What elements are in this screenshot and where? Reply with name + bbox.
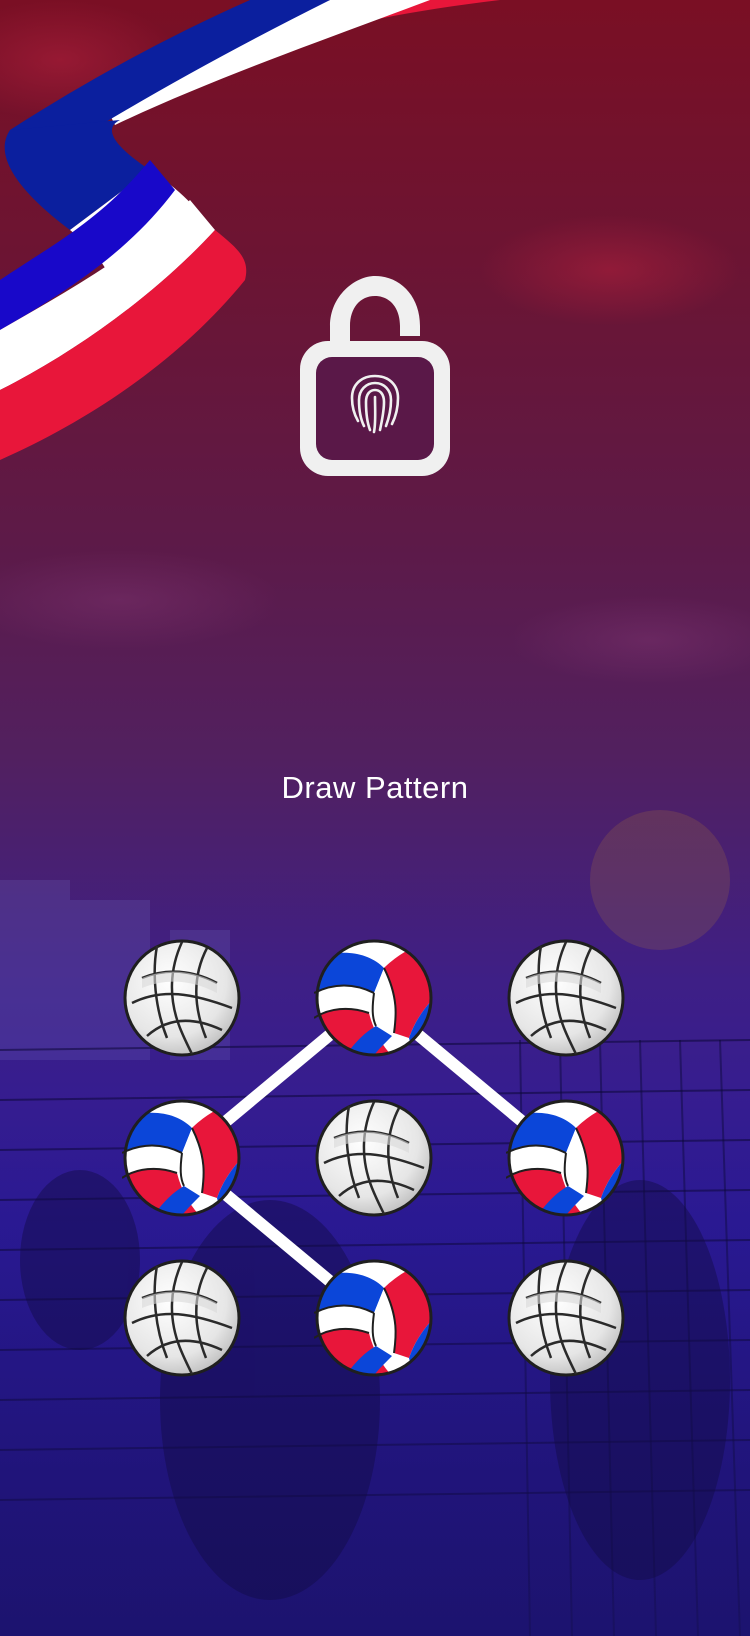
pattern-grid[interactable] xyxy=(0,0,750,1636)
pattern-dot-7[interactable] xyxy=(123,1259,241,1377)
pattern-dot-5[interactable] xyxy=(315,1099,433,1217)
pattern-dot-3[interactable] xyxy=(507,939,625,1057)
pattern-dot-1[interactable] xyxy=(123,939,241,1057)
pattern-dot-9[interactable] xyxy=(507,1259,625,1377)
